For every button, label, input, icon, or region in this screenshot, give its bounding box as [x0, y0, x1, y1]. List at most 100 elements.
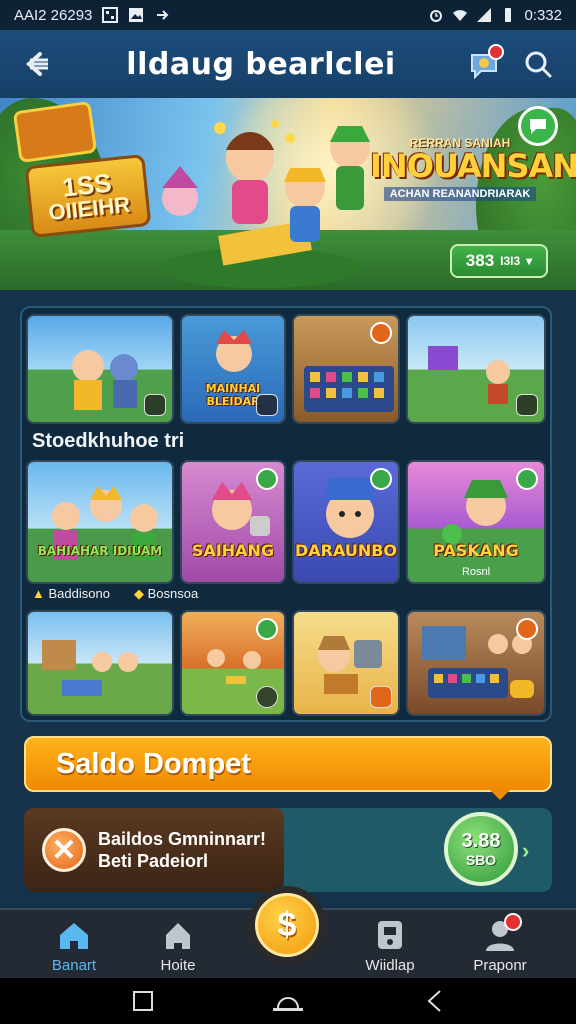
tile-badge	[256, 394, 278, 416]
grid-icon	[102, 7, 119, 23]
banner-chip-unit: I3I3	[500, 254, 521, 268]
app-bar: lldaug bearlclei	[0, 30, 576, 98]
puzzle-board-art	[304, 366, 394, 412]
wallet-message-line2: Beti Padeiorl	[98, 851, 209, 871]
status-time: 0:332	[524, 6, 562, 24]
nav-label: Wiidlap	[365, 956, 415, 974]
game-tile[interactable]	[180, 610, 286, 716]
page-title: lldaug bearlclei	[126, 46, 396, 82]
promo-banner[interactable]: 1SS OIIEIHR RERRAN SANIAH INOUANSAN ACHA…	[0, 98, 576, 290]
dollar-coin-icon: $	[255, 893, 319, 957]
game-tile[interactable]	[406, 610, 546, 716]
game-tile[interactable]: DARAUNBO	[292, 460, 400, 584]
game-tile[interactable]: BAHIAHAR IDIUAM	[26, 460, 174, 584]
device-icon	[378, 920, 402, 949]
tile-badge	[144, 394, 166, 416]
tile-caption: ◆ Bosnsoa	[134, 586, 198, 602]
nav-item-home[interactable]: Banart	[24, 910, 124, 980]
battery-icon	[505, 8, 512, 22]
banner-cta-chip[interactable]: 383 I3I3 ▾	[450, 244, 548, 278]
balance-coin[interactable]: 3.88 SBO	[444, 812, 518, 886]
tile-badge	[516, 618, 538, 640]
alarm-icon	[430, 10, 443, 22]
wallet-card[interactable]: ✕ Baildos Gmninnarr! Beti Padeiorl 3.88 …	[24, 808, 552, 892]
hero-art	[216, 330, 252, 372]
game-tile[interactable]: PASKANG Rosnl	[406, 460, 546, 584]
hero-art	[207, 649, 261, 684]
tile-title: PASKANG	[433, 541, 519, 560]
hero-art	[428, 346, 510, 404]
banner-headline-group: RERRAN SANIAH INOUANSAN ACHAN REANANDRIA…	[370, 136, 576, 202]
notification-badge	[504, 912, 522, 931]
coin-icon: ◆	[134, 586, 144, 601]
banner-chip-value: 383	[465, 251, 495, 270]
chat-bubble-icon	[530, 119, 546, 134]
chevron-down-icon: ▾	[526, 254, 533, 268]
back-icon[interactable]	[420, 986, 450, 1016]
chevron-right-icon[interactable]: ›	[522, 838, 529, 864]
nav-item-wiidlap[interactable]: Wiidlap	[340, 910, 440, 980]
notification-badge	[488, 44, 504, 60]
tile-badge	[370, 686, 392, 708]
games-panel: MAINHAI BLEIDAR Stoedkhuhoe tri BAHIAHAR…	[20, 306, 552, 722]
saldo-label: Saldo Dompet	[56, 747, 251, 780]
house-outline-icon	[166, 922, 190, 949]
search-button[interactable]	[516, 42, 560, 86]
tile-title: SAIHANG	[191, 541, 275, 560]
notifications-button[interactable]	[462, 42, 506, 86]
close-icon[interactable]: ✕	[42, 828, 86, 872]
status-left-text: AAI2 26293	[14, 6, 93, 24]
tile-badge	[516, 394, 538, 416]
wallet-action-button[interactable]: $	[248, 886, 326, 964]
tile-badge	[370, 468, 392, 490]
game-tile[interactable]	[292, 314, 400, 424]
game-tile[interactable]	[292, 610, 400, 716]
status-bar: AAI2 26293 0:332	[0, 0, 576, 30]
home-icon	[60, 922, 88, 949]
game-tile[interactable]: SAIHANG	[180, 460, 286, 584]
game-tile[interactable]	[26, 610, 174, 716]
balance-value: 3.88	[461, 830, 501, 852]
banner-logo-tag	[12, 100, 98, 164]
wallet-message-line1: Baildos Gmninnarr!	[98, 829, 267, 849]
banner-headline: INOUANSAN	[370, 147, 576, 185]
banner-chat-badge[interactable]	[518, 106, 558, 146]
banner-characters-illustration	[160, 120, 370, 288]
image-icon	[129, 8, 144, 22]
hero-art	[72, 350, 138, 410]
wallet-message: ✕ Baildos Gmninnarr! Beti Padeiorl	[24, 808, 284, 892]
tile-title: DARAUNBO	[294, 541, 398, 560]
nav-label: Hoite	[160, 956, 196, 974]
banner-logo: 1SS OIIEIHR	[24, 153, 152, 239]
system-nav-bar	[0, 978, 576, 1024]
back-button[interactable]	[16, 42, 60, 86]
tile-badge	[256, 618, 278, 640]
back-arrow-icon	[26, 52, 48, 76]
tile-caption: ▲ Baddisono	[32, 586, 110, 601]
game-tile[interactable]	[26, 314, 174, 424]
signal-arrows-icon	[157, 10, 169, 20]
nav-label: Banart	[51, 956, 97, 974]
home-pill-icon[interactable]	[273, 986, 303, 1016]
banner-headline-sub: ACHAN REANANDRIARAK	[383, 186, 537, 201]
wallet-balance-header[interactable]: Saldo Dompet	[24, 736, 552, 792]
hero-art	[42, 640, 138, 696]
coin-icon: ▲	[32, 586, 45, 601]
recents-icon[interactable]	[128, 986, 158, 1016]
search-icon	[525, 51, 552, 78]
tile-badge	[516, 468, 538, 490]
saldo-pointer	[488, 788, 512, 800]
nav-item-profile[interactable]: Praponr	[450, 910, 550, 980]
nav-item-hoite[interactable]: Hoite	[128, 910, 228, 980]
tile-badge	[256, 686, 278, 708]
game-tile[interactable]	[406, 314, 546, 424]
game-tile[interactable]: MAINHAI BLEIDAR	[180, 314, 286, 424]
cell-signal-icon	[477, 8, 492, 22]
tile-caption: Rosnl	[461, 566, 491, 578]
tile-title: BAHIAHAR IDIUAM	[37, 544, 163, 558]
balance-sub: SBO	[465, 852, 497, 868]
games-section-label: Stoedkhuhoe tri	[32, 430, 185, 452]
tile-caption-text: Baddisono	[48, 586, 110, 601]
tile-badge	[256, 468, 278, 490]
wifi-icon	[453, 10, 468, 21]
